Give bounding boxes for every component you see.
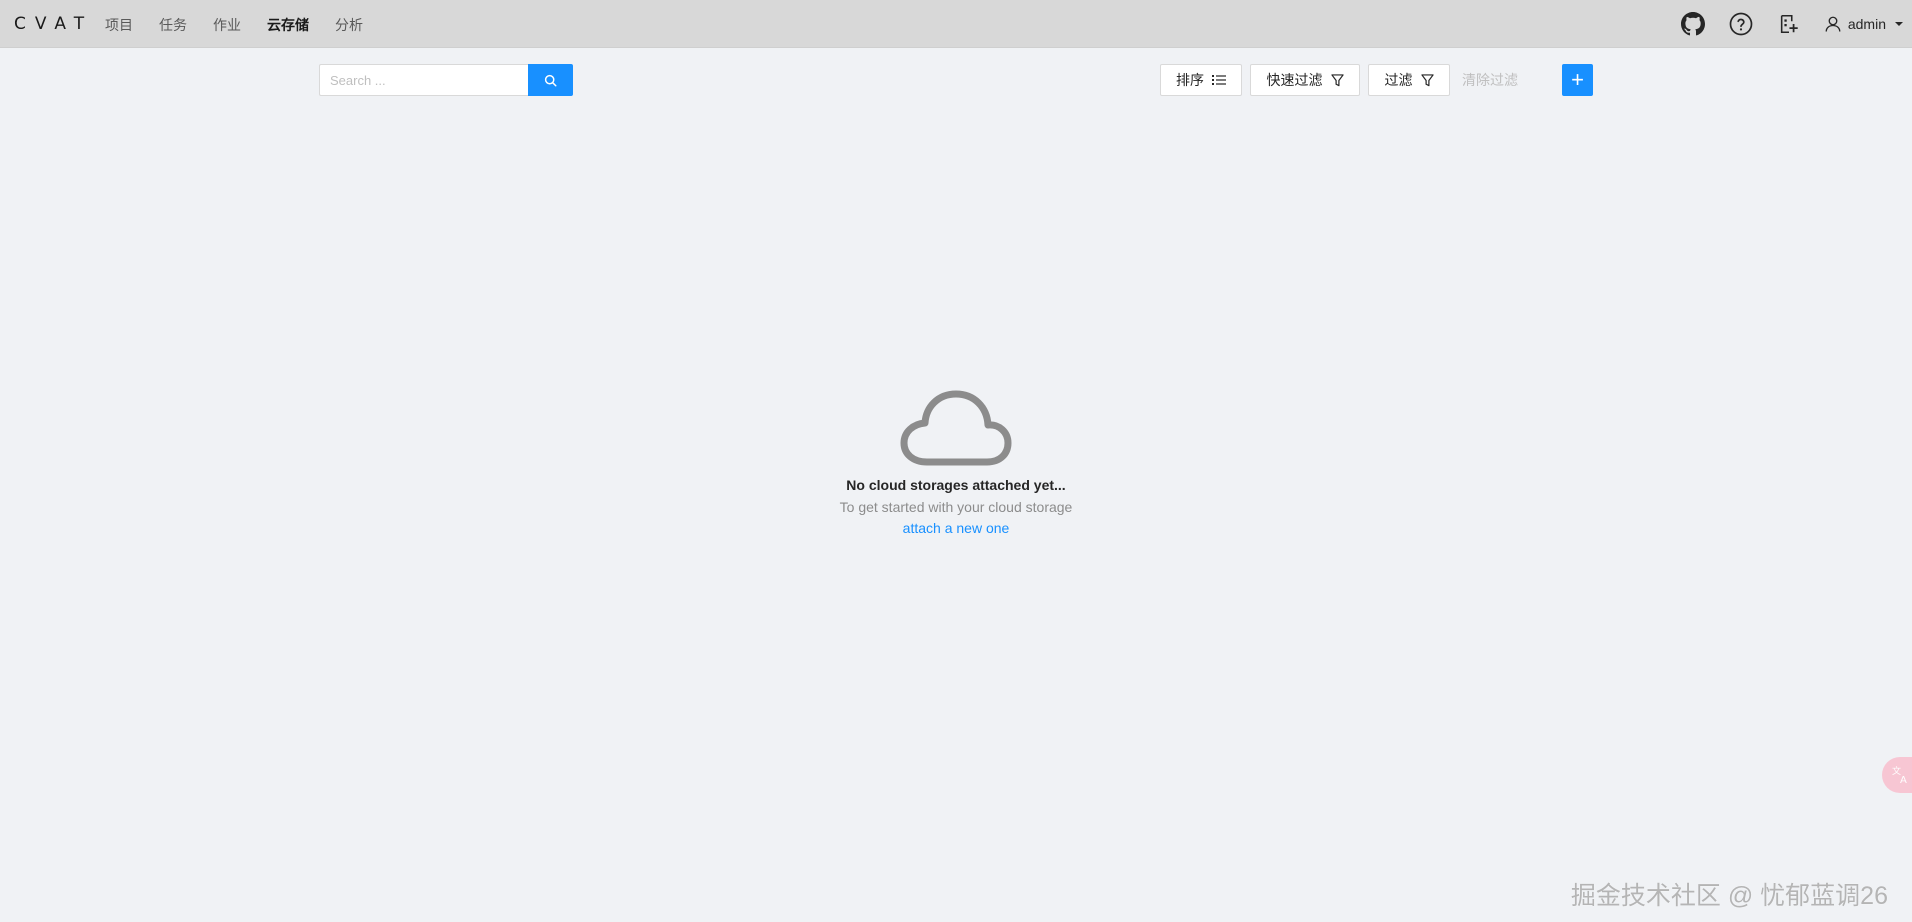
organization-icon[interactable] (1776, 11, 1802, 37)
user-menu[interactable]: admin (1824, 15, 1904, 33)
translate-icon: 文A (1892, 765, 1907, 785)
filter-icon (1420, 73, 1434, 86)
empty-title: No cloud storages attached yet... (846, 477, 1066, 493)
empty-state: No cloud storages attached yet... To get… (0, 388, 1912, 538)
search-bar (319, 64, 573, 96)
quick-filter-label: 快速过滤 (1266, 72, 1323, 88)
caret-down-icon (1895, 22, 1903, 26)
nav-projects[interactable]: 项目 (105, 15, 133, 35)
github-icon[interactable] (1680, 11, 1706, 37)
nav-analytics[interactable]: 分析 (335, 15, 363, 35)
nav-tasks[interactable]: 任务 (159, 15, 187, 35)
cloud-icon (900, 390, 1012, 466)
empty-subtitle: To get started with your cloud storage (839, 499, 1073, 515)
quick-filter-button[interactable]: 快速过滤 (1250, 64, 1360, 96)
watermark: 掘金技术社区 @ 忧郁蓝调26 (1570, 882, 1888, 910)
search-icon (544, 74, 557, 87)
sort-list-icon (1212, 75, 1226, 85)
clear-filter-button[interactable]: 清除过滤 (1462, 64, 1526, 96)
attach-new-link[interactable]: attach a new one (903, 520, 1010, 536)
svg-text:A: A (1900, 775, 1907, 785)
cvat-logo[interactable]: CVAT (14, 14, 93, 34)
help-icon[interactable] (1728, 11, 1754, 37)
translate-widget[interactable]: 文A (1882, 757, 1912, 793)
search-button[interactable] (528, 64, 573, 96)
nav-jobs[interactable]: 作业 (213, 15, 241, 35)
nav-cloud-storages[interactable]: 云存储 (267, 15, 309, 35)
add-cloud-storage-button[interactable]: + (1562, 64, 1593, 96)
filter-icon (1330, 73, 1344, 86)
header-actions: admin (1680, 0, 1912, 48)
main-nav: 项目 任务 作业 云存储 分析 (105, 15, 389, 35)
filter-button[interactable]: 过滤 (1368, 64, 1450, 96)
top-header: CVAT 项目 任务 作业 云存储 分析 admin (0, 0, 1912, 48)
filter-label: 过滤 (1384, 72, 1413, 88)
user-icon (1825, 16, 1841, 32)
sort-button[interactable]: 排序 (1160, 64, 1242, 96)
search-input[interactable] (319, 64, 528, 96)
username: admin (1847, 16, 1886, 32)
sort-label: 排序 (1176, 72, 1204, 88)
toolbar: 排序 快速过滤 过滤 清除过滤 + (0, 64, 1912, 96)
